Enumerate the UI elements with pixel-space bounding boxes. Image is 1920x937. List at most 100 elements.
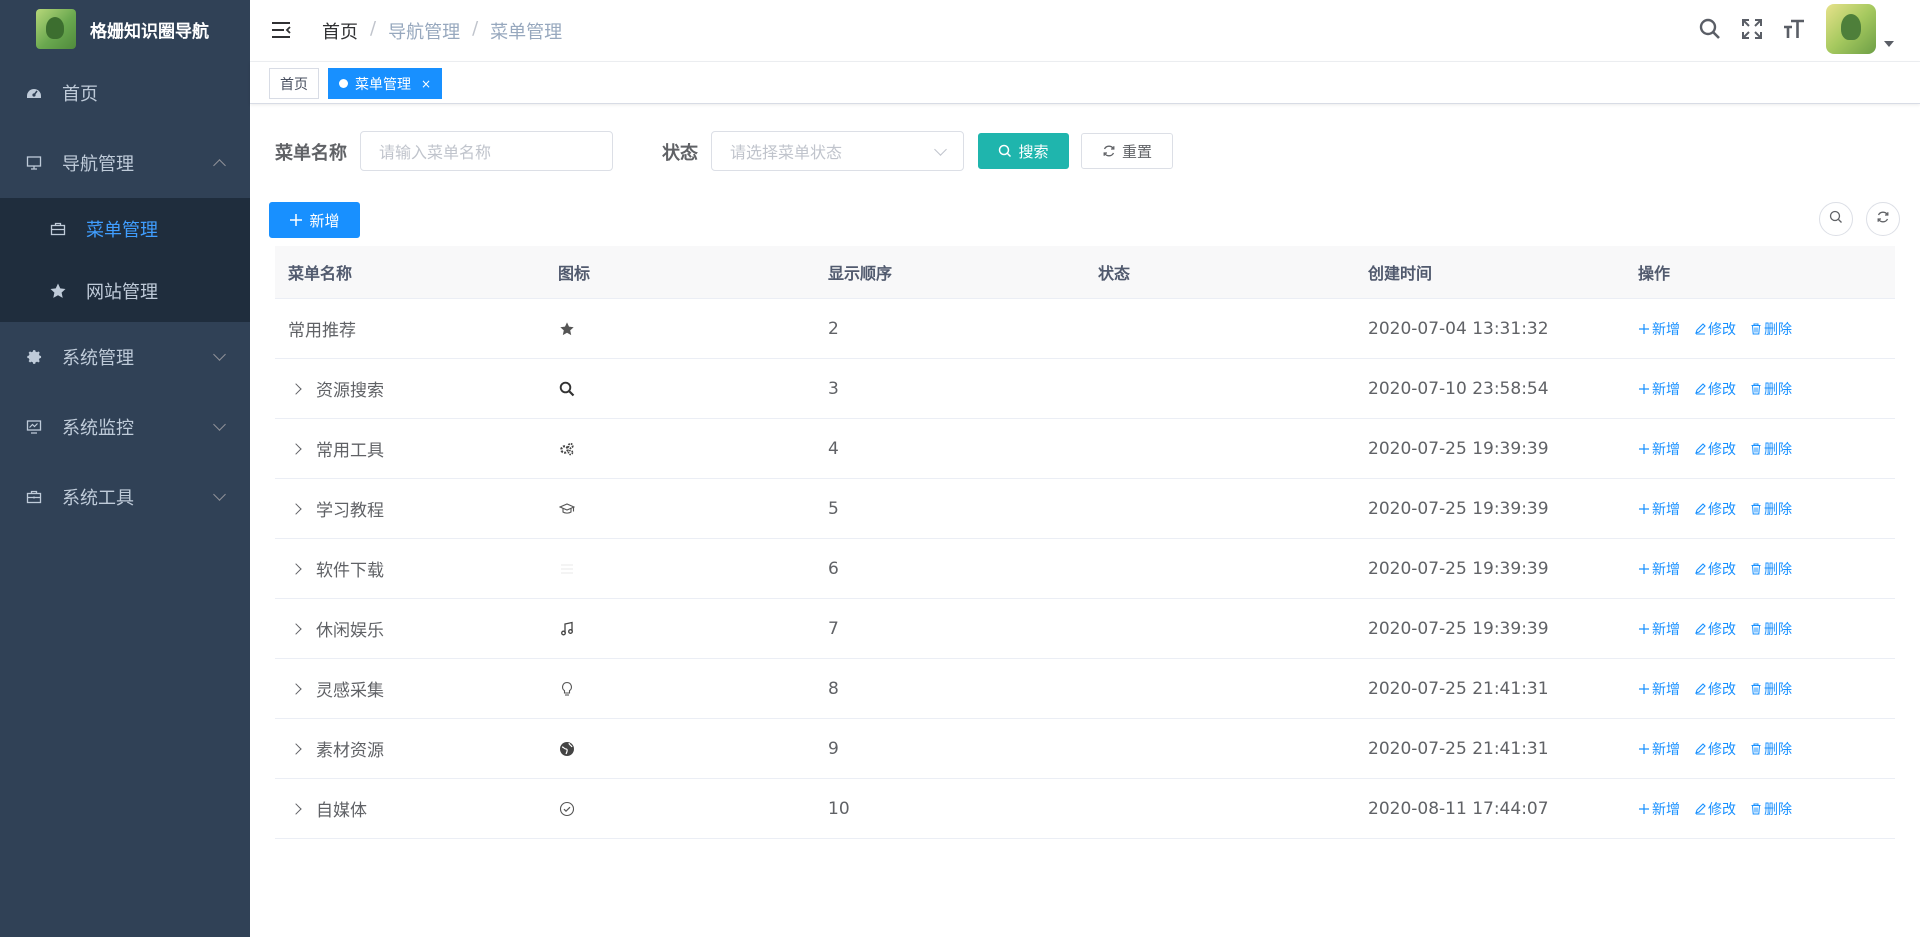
tag-home[interactable]: 首页	[269, 68, 319, 99]
row-delete-button[interactable]: 删除	[1750, 559, 1792, 579]
row-delete-button[interactable]: 删除	[1750, 619, 1792, 639]
row-delete-button[interactable]: 删除	[1750, 319, 1792, 339]
sidebar-item-system-management[interactable]: 系统管理	[0, 322, 250, 392]
menu-name: 常用推荐	[288, 321, 356, 341]
sidebar-item-system-monitor[interactable]: 系统监控	[0, 392, 250, 462]
sidebar-item-label: 系统管理	[62, 348, 134, 369]
logo-image	[36, 9, 76, 49]
row-edit-button[interactable]: 修改	[1694, 739, 1736, 759]
sidebar-item-site-management[interactable]: 网站管理	[0, 260, 250, 322]
chevron-right-icon[interactable]	[290, 442, 302, 455]
active-dot	[339, 79, 348, 88]
sidebar-item-system-tools[interactable]: 系统工具	[0, 462, 250, 532]
row-add-button[interactable]: 新增	[1638, 319, 1680, 339]
row-add-button[interactable]: 新增	[1638, 499, 1680, 519]
reset-button[interactable]: 重置	[1081, 133, 1173, 169]
search-icon	[558, 380, 576, 398]
row-edit-button[interactable]: 修改	[1694, 799, 1736, 819]
row-edit-button[interactable]: 修改	[1694, 619, 1736, 639]
cell-order: 3	[828, 378, 839, 399]
table-row[interactable]: 素材资源 9 2020-07-25 21:41:31 新增 修改 删除	[275, 719, 1895, 779]
cell-actions: 新增 修改 删除	[1625, 619, 1895, 639]
row-delete-button[interactable]: 删除	[1750, 499, 1792, 519]
plus-icon	[1638, 383, 1650, 395]
chevron-right-icon[interactable]	[290, 802, 302, 815]
cell-actions: 新增 修改 删除	[1625, 319, 1895, 339]
table-row[interactable]: 常用推荐 2 2020-07-04 13:31:32 新增 修改 删除	[275, 299, 1895, 359]
cell-order: 5	[828, 498, 839, 519]
row-delete-button[interactable]: 删除	[1750, 739, 1792, 759]
table-row[interactable]: 常用工具 4 2020-07-25 19:39:39 新增 修改 删除	[275, 419, 1895, 479]
row-edit-button[interactable]: 修改	[1694, 559, 1736, 579]
tag-menu-management[interactable]: 菜单管理 ×	[328, 68, 443, 99]
edit-icon	[1694, 442, 1706, 455]
avatar[interactable]	[1826, 4, 1876, 54]
toggle-search-button[interactable]	[1819, 202, 1853, 236]
cell-created: 2020-07-25 19:39:39	[1368, 498, 1549, 519]
table-row[interactable]: 自媒体 10 2020-08-11 17:44:07 新增 修改 删除	[275, 779, 1895, 839]
row-add-button[interactable]: 新增	[1638, 739, 1680, 759]
sidebar-item-home[interactable]: 首页	[0, 58, 250, 128]
sidebar-item-nav-management[interactable]: 导航管理	[0, 128, 250, 198]
caret-down-icon[interactable]	[1884, 41, 1894, 47]
fullscreen-icon[interactable]	[1738, 15, 1766, 43]
row-add-button[interactable]: 新增	[1638, 679, 1680, 699]
row-edit-button[interactable]: 修改	[1694, 499, 1736, 519]
music-icon	[558, 620, 576, 638]
cell-icon	[545, 500, 815, 518]
menu-name: 休闲娱乐	[316, 621, 384, 641]
row-delete-button[interactable]: 删除	[1750, 679, 1792, 699]
row-edit-label: 修改	[1708, 501, 1736, 518]
row-add-button[interactable]: 新增	[1638, 799, 1680, 819]
chevron-right-icon[interactable]	[290, 562, 302, 575]
cell-menu-name: 资源搜索	[275, 376, 545, 401]
edit-icon	[1694, 682, 1706, 695]
refresh-icon	[1102, 144, 1116, 158]
table-row[interactable]: 软件下载 6 2020-07-25 19:39:39 新增 修改 删除	[275, 539, 1895, 599]
chevron-right-icon[interactable]	[290, 622, 302, 635]
sidebar-item-menu-management[interactable]: 菜单管理	[0, 198, 250, 260]
row-add-label: 新增	[1652, 741, 1680, 758]
row-delete-button[interactable]: 删除	[1750, 439, 1792, 459]
cell-menu-name: 常用推荐	[275, 316, 545, 341]
add-button[interactable]: 新增	[269, 202, 360, 238]
search-icon[interactable]	[1696, 15, 1724, 43]
chevron-right-icon[interactable]	[290, 382, 302, 395]
status-select[interactable]: 请选择菜单状态	[711, 131, 964, 171]
row-edit-button[interactable]: 修改	[1694, 319, 1736, 339]
table-row[interactable]: 休闲娱乐 7 2020-07-25 19:39:39 新增 修改 删除	[275, 599, 1895, 659]
cell-created: 2020-07-10 23:58:54	[1368, 378, 1549, 399]
refresh-table-button[interactable]	[1866, 202, 1900, 236]
breadcrumb-home[interactable]: 首页	[322, 18, 358, 44]
cell-icon	[545, 800, 815, 818]
chevron-right-icon[interactable]	[290, 742, 302, 755]
font-size-icon[interactable]	[1780, 15, 1808, 43]
row-edit-button[interactable]: 修改	[1694, 379, 1736, 399]
row-add-button[interactable]: 新增	[1638, 379, 1680, 399]
logo[interactable]: 格姗知识圈导航	[0, 0, 250, 58]
plus-icon	[1638, 623, 1650, 635]
chevron-down-icon	[213, 488, 226, 501]
row-edit-button[interactable]: 修改	[1694, 439, 1736, 459]
search-button[interactable]: 搜索	[978, 133, 1069, 169]
row-add-button[interactable]: 新增	[1638, 439, 1680, 459]
row-delete-button[interactable]: 删除	[1750, 379, 1792, 399]
check-circle-icon	[558, 800, 576, 818]
cell-order: 9	[828, 738, 839, 759]
hamburger-icon[interactable]	[270, 19, 292, 41]
delete-icon	[1750, 563, 1762, 575]
row-delete-button[interactable]: 删除	[1750, 799, 1792, 819]
table-row[interactable]: 灵感采集 8 2020-07-25 21:41:31 新增 修改 删除	[275, 659, 1895, 719]
cell-icon	[545, 740, 815, 758]
row-add-label: 新增	[1652, 441, 1680, 458]
row-add-button[interactable]: 新增	[1638, 559, 1680, 579]
cell-icon	[545, 680, 815, 698]
row-add-button[interactable]: 新增	[1638, 619, 1680, 639]
chevron-right-icon[interactable]	[290, 502, 302, 515]
chevron-right-icon[interactable]	[290, 682, 302, 695]
table-row[interactable]: 学习教程 5 2020-07-25 19:39:39 新增 修改 删除	[275, 479, 1895, 539]
row-edit-button[interactable]: 修改	[1694, 679, 1736, 699]
table-row[interactable]: 资源搜索 3 2020-07-10 23:58:54 新增 修改 删除	[275, 359, 1895, 419]
menu-name-input[interactable]: 请输入菜单名称	[360, 131, 613, 171]
close-icon[interactable]: ×	[421, 77, 431, 91]
